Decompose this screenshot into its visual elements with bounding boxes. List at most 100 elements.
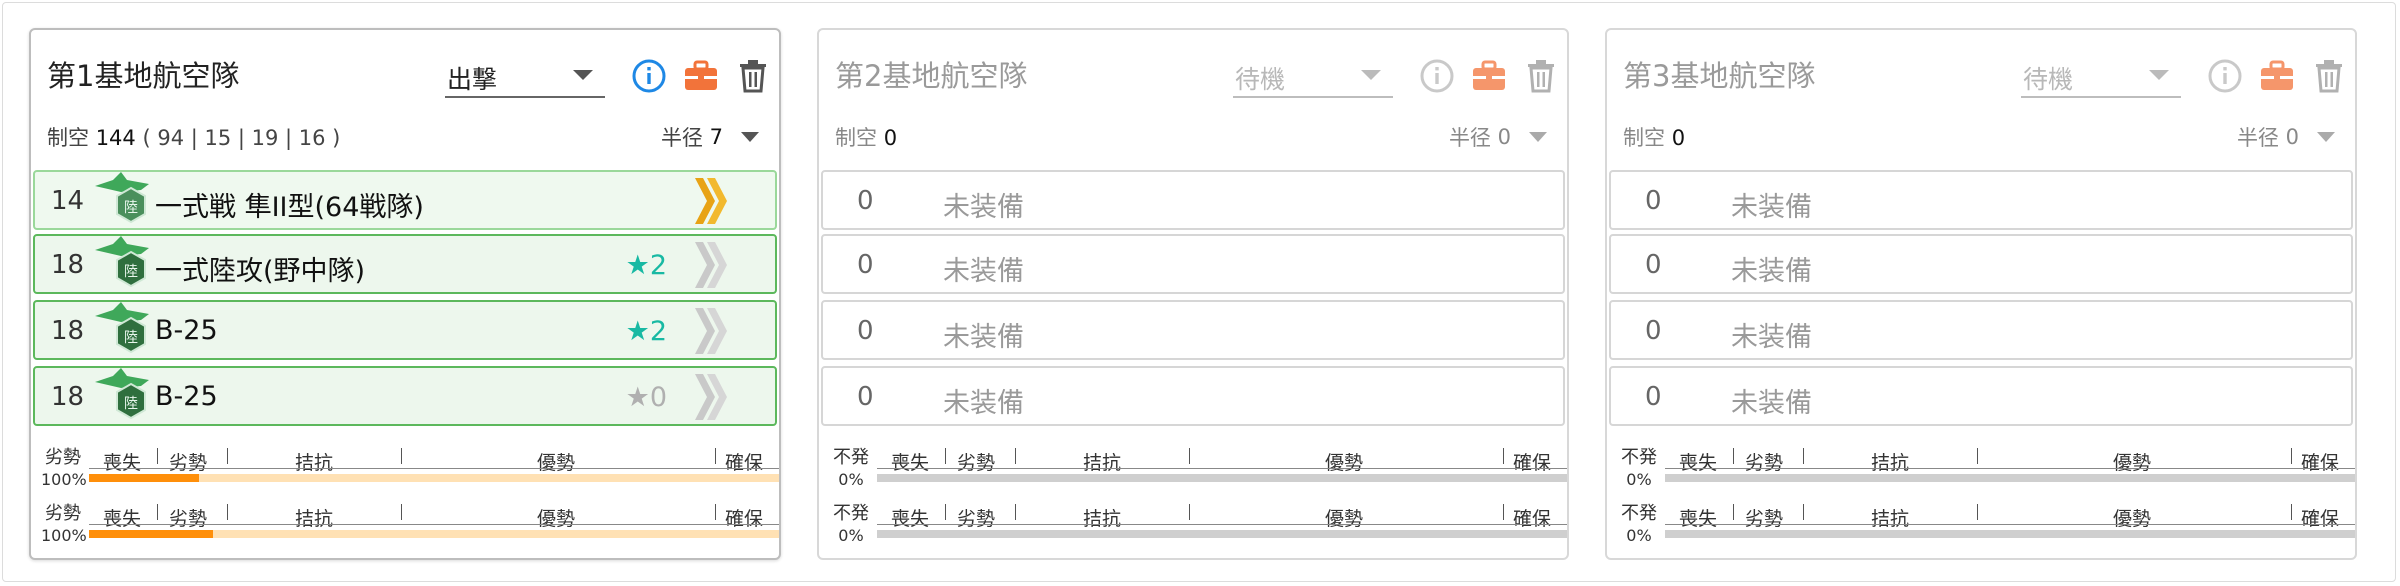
- equipment-slot[interactable]: 0 未装備: [821, 300, 1565, 360]
- scale-parity: 拮抗: [1083, 508, 1122, 530]
- equipment-slot[interactable]: 0 未装備: [1609, 300, 2353, 360]
- scale-superiority: 優勢: [1325, 508, 1364, 530]
- army-fighter-icon: 陸: [95, 172, 149, 224]
- scale-parity: 拮抗: [1871, 508, 1910, 530]
- army-bomber-icon: 陸: [95, 236, 149, 288]
- equipment-slot[interactable]: 0 未装備: [1609, 234, 2353, 294]
- caret-down-icon: [741, 132, 759, 142]
- equipment-slot[interactable]: 0 未装備: [1609, 170, 2353, 230]
- gauge-bar: [1665, 530, 2355, 538]
- mode-select[interactable]: 出撃: [445, 54, 605, 98]
- caret-down-icon: [573, 70, 593, 80]
- briefcase-icon[interactable]: [1469, 56, 1509, 96]
- slot-equipment-name: 一式戦 隼II型(64戦隊): [155, 192, 424, 223]
- gauge-scale-labels: 喪失 劣勢 拮抗 優勢 確保: [1665, 504, 2355, 530]
- info-icon[interactable]: [1417, 56, 1457, 96]
- slot-count[interactable]: 0: [1645, 382, 1662, 412]
- caret-down-icon: [2149, 70, 2169, 80]
- equipment-slot[interactable]: 18 陸 B-25 ★0: [33, 366, 777, 426]
- scale-divider: [1503, 504, 1504, 520]
- slot-empty-label: 未装備: [1731, 192, 1812, 223]
- mode-select[interactable]: 待機: [2021, 54, 2181, 98]
- slot-equipment-name: B-25: [155, 315, 218, 346]
- air-state-percent: 0%: [1626, 526, 1652, 545]
- slot-count[interactable]: 0: [857, 316, 874, 346]
- mode-select-value: 出撃: [447, 65, 498, 94]
- mode-select[interactable]: 待機: [1233, 54, 1393, 98]
- slot-count[interactable]: 0: [1645, 186, 1662, 216]
- radius-label: 半径: [2236, 126, 2279, 150]
- slot-count[interactable]: 0: [857, 382, 874, 412]
- slot-count[interactable]: 0: [1645, 250, 1662, 280]
- gray-double-chevron-icon: [695, 308, 727, 354]
- air-state-percent: 100%: [41, 470, 87, 489]
- air-state-percent: 0%: [838, 470, 864, 489]
- svg-text:陸: 陸: [124, 396, 138, 412]
- scale-divider: [2291, 448, 2292, 464]
- equipment-slot[interactable]: 0 未装備: [1609, 366, 2353, 426]
- mode-select-value: 待機: [1235, 65, 1286, 94]
- air-state-percent: 0%: [1626, 470, 1652, 489]
- scale-divider: [715, 448, 716, 464]
- air-state-label: 不発: [1621, 503, 1657, 524]
- slot-empty-label: 未装備: [943, 256, 1024, 287]
- scale-lost: 喪失: [103, 508, 142, 530]
- slot-count[interactable]: 18: [51, 382, 84, 412]
- radius-label: 半径: [660, 126, 703, 150]
- svg-text:陸: 陸: [124, 264, 138, 280]
- scale-divider: [401, 504, 402, 520]
- briefcase-icon[interactable]: [681, 56, 721, 96]
- scale-parity: 拮抗: [1083, 452, 1122, 474]
- slot-count[interactable]: 0: [857, 250, 874, 280]
- gauge-scale-labels: 喪失 劣勢 拮抗 優勢 確保: [89, 448, 779, 474]
- slot-count[interactable]: 18: [51, 316, 84, 346]
- scale-supremacy: 確保: [1513, 508, 1552, 530]
- radius-selector[interactable]: 半径 7: [661, 122, 759, 152]
- radius-value: 0: [1497, 125, 1511, 149]
- scale-lost: 喪失: [1679, 452, 1718, 474]
- air-state-result: 不発 0%: [829, 448, 873, 490]
- gauge-baseline: [1665, 468, 2355, 469]
- trash-icon[interactable]: [2309, 56, 2349, 96]
- equipment-slot[interactable]: 0 未装備: [821, 366, 1565, 426]
- equipment-slot[interactable]: 0 未装備: [821, 234, 1565, 294]
- briefcase-icon[interactable]: [2257, 56, 2297, 96]
- slot-count[interactable]: 0: [1645, 316, 1662, 346]
- scale-divider: [157, 448, 158, 464]
- gauge-scale-labels: 喪失 劣勢 拮抗 優勢 確保: [877, 504, 1567, 530]
- radius-selector[interactable]: 半径 0: [2237, 122, 2335, 152]
- scale-divider: [945, 504, 946, 520]
- equipment-slot[interactable]: 18 陸 一式陸攻(野中隊) ★2: [33, 234, 777, 294]
- caret-down-icon: [1529, 132, 1547, 142]
- scale-divider: [1015, 448, 1016, 464]
- gauge-fill: [89, 530, 214, 538]
- air-state-gauge: 劣勢 100% 喪失 劣勢 拮抗 優勢 確保: [41, 504, 779, 545]
- trash-icon[interactable]: [1521, 56, 1561, 96]
- air-state-result: 劣勢 100%: [41, 447, 87, 490]
- radius-label: 半径: [1448, 126, 1491, 150]
- scale-parity: 拮抗: [295, 508, 334, 530]
- info-icon[interactable]: [2205, 56, 2245, 96]
- radius-selector[interactable]: 半径 0: [1449, 122, 1547, 152]
- air-power-detail: ( 94 | 15 | 19 | 16 ): [142, 126, 341, 150]
- equipment-slot[interactable]: 18 陸 B-25 ★2: [33, 300, 777, 360]
- air-state-label: 劣勢: [45, 447, 81, 468]
- scale-divider: [1803, 504, 1804, 520]
- svg-text:陸: 陸: [124, 330, 138, 346]
- trash-icon[interactable]: [733, 56, 773, 96]
- gauge-baseline: [1665, 524, 2355, 525]
- gauge-baseline: [877, 468, 1567, 469]
- gray-double-chevron-icon: [695, 242, 727, 288]
- equipment-slot[interactable]: 0 未装備: [821, 170, 1565, 230]
- slot-count[interactable]: 18: [51, 250, 84, 280]
- slot-empty-label: 未装備: [1731, 256, 1812, 287]
- air-state-gauge: 不発 0% 喪失 劣勢 拮抗 優勢 確保: [1617, 503, 2355, 545]
- slot-count[interactable]: 14: [51, 186, 84, 216]
- gauge-bar: [877, 474, 1567, 482]
- army-bomber-icon: 陸: [95, 302, 149, 354]
- info-icon[interactable]: [629, 56, 669, 96]
- equipment-slot[interactable]: 14 陸 一式戦 隼II型(64戦隊): [33, 170, 777, 230]
- scale-divider: [945, 448, 946, 464]
- slot-count[interactable]: 0: [857, 186, 874, 216]
- scale-divider: [227, 448, 228, 464]
